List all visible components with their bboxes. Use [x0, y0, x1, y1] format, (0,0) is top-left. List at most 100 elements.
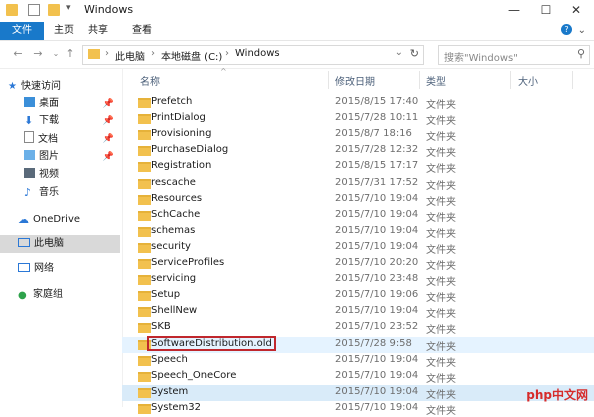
nav-item-videos[interactable]: 视频 [24, 167, 59, 183]
file-row[interactable]: SKB 2015/7/10 23:52 文件夹 [122, 320, 594, 336]
file-row[interactable]: ShellNew 2015/7/10 19:04 文件夹 [122, 304, 594, 320]
sort-indicator-icon: ^ [220, 67, 227, 76]
homegroup-icon: ● [18, 290, 27, 301]
computer-icon [18, 238, 30, 247]
file-row[interactable]: System32 2015/7/10 19:04 文件夹 [122, 401, 594, 417]
file-name: Resources [151, 193, 203, 204]
file-row[interactable]: Prefetch 2015/8/15 17:40 文件夹 [122, 95, 594, 111]
nav-homegroup[interactable]: ● 家庭组 [18, 287, 63, 303]
file-type: 文件夹 [426, 181, 456, 192]
picture-icon [24, 150, 35, 160]
column-divider[interactable] [572, 71, 573, 89]
file-row[interactable]: Registration 2015/8/15 17:17 文件夹 [122, 159, 594, 175]
file-row[interactable]: Setup 2015/7/10 19:06 文件夹 [122, 288, 594, 304]
folder-icon [138, 130, 151, 140]
file-row[interactable]: PrintDialog 2015/7/28 10:11 文件夹 [122, 111, 594, 127]
file-row[interactable]: ServiceProfiles 2015/7/10 20:20 文件夹 [122, 256, 594, 272]
file-date: 2015/7/28 9:58 [335, 338, 412, 349]
properties-icon[interactable] [28, 4, 40, 16]
close-button[interactable]: ✕ [558, 0, 594, 22]
nav-item-desktop[interactable]: 桌面 📌 [24, 96, 120, 112]
nav-network[interactable]: 网络 [18, 261, 54, 277]
quick-access-toolbar-dropdown-icon[interactable]: ▾ [66, 3, 78, 15]
file-row[interactable]: Speech_OneCore 2015/7/10 19:04 文件夹 [122, 369, 594, 385]
file-date: 2015/7/10 19:04 [335, 193, 419, 204]
file-date: 2015/7/10 19:06 [335, 289, 419, 300]
file-date: 2015/7/10 19:04 [335, 402, 419, 413]
nav-item-downloads[interactable]: ⬇ 下载 📌 [24, 113, 120, 129]
breadcrumb-this-pc[interactable]: 此电脑 [115, 48, 145, 63]
folder-icon [138, 372, 151, 382]
help-icon[interactable]: ? [561, 24, 572, 35]
file-row[interactable]: SoftwareDistribution.old 2015/7/28 9:58 文件… [122, 336, 594, 353]
file-type: 文件夹 [426, 261, 456, 272]
nav-this-pc[interactable]: 此电脑 [18, 236, 64, 252]
forward-button[interactable]: → [30, 47, 46, 61]
file-type: 文件夹 [426, 406, 456, 417]
file-row[interactable]: security 2015/7/10 19:04 文件夹 [122, 240, 594, 256]
new-folder-icon[interactable] [48, 4, 60, 16]
file-date: 2015/7/10 19:04 [335, 241, 419, 252]
folder-icon [138, 259, 151, 269]
tab-file[interactable]: 文件 [0, 22, 44, 40]
file-name: System32 [151, 402, 202, 413]
file-name: security [151, 241, 191, 252]
search-placeholder: 搜索"Windows" [444, 53, 518, 64]
expand-ribbon-icon[interactable]: ⌄ [578, 25, 586, 36]
column-header-type[interactable]: 类型 [426, 73, 446, 88]
file-row[interactable]: System 2015/7/10 19:04 文件夹 [122, 385, 594, 401]
file-row[interactable]: Resources 2015/7/10 19:04 文件夹 [122, 192, 594, 208]
file-date: 2015/7/10 23:52 [335, 321, 419, 332]
nav-item-pictures[interactable]: 图片 📌 [24, 149, 120, 165]
column-header-date[interactable]: 修改日期 [335, 73, 375, 88]
column-divider[interactable] [510, 71, 511, 89]
breadcrumb-local-disk[interactable]: 本地磁盘 (C:) [161, 48, 222, 63]
title-bar: ▾ Windows — ☐ ✕ [0, 0, 594, 22]
file-name: Provisioning [151, 128, 212, 139]
search-box[interactable]: 搜索"Windows" ⚲ [438, 45, 590, 65]
navigation-pane: ★ 快速访问 桌面 📌 ⬇ 下载 📌 文档 📌 图片 📌 视频 ♪ 音乐 ☁ OneDrive … [0, 69, 123, 407]
breadcrumb-windows[interactable]: Windows [235, 48, 280, 59]
column-divider[interactable] [328, 71, 329, 89]
folder-icon [138, 162, 151, 172]
search-icon[interactable]: ⚲ [577, 47, 585, 60]
address-bar[interactable]: › 此电脑 › 本地磁盘 (C:) › Windows ⌄ ↻ [82, 45, 424, 65]
folder-icon [138, 243, 151, 253]
file-row[interactable]: PurchaseDialog 2015/7/28 12:32 文件夹 [122, 143, 594, 159]
file-type: 文件夹 [426, 229, 456, 240]
file-row[interactable]: servicing 2015/7/10 23:48 文件夹 [122, 272, 594, 288]
file-type: 文件夹 [426, 390, 456, 401]
breadcrumb-separator: › [105, 48, 109, 59]
file-name: Registration [151, 160, 212, 171]
back-button[interactable]: ← [10, 47, 26, 61]
pin-icon: 📌 [102, 99, 114, 109]
music-icon: ♪ [24, 186, 32, 199]
column-divider[interactable] [419, 71, 420, 89]
nav-onedrive[interactable]: ☁ OneDrive [18, 212, 80, 228]
nav-quick-access[interactable]: ★ 快速访问 [8, 79, 61, 95]
file-row[interactable]: SchCache 2015/7/10 19:04 文件夹 [122, 208, 594, 224]
column-header-size[interactable]: 大小 [518, 73, 538, 88]
nav-item-documents[interactable]: 文档 📌 [24, 131, 120, 147]
folder-icon [138, 179, 151, 189]
file-row[interactable]: Speech 2015/7/10 19:04 文件夹 [122, 353, 594, 369]
nav-item-music[interactable]: ♪ 音乐 [24, 185, 59, 201]
file-row[interactable]: rescache 2015/7/31 17:52 文件夹 [122, 176, 594, 192]
column-header-name[interactable]: 名称 [140, 73, 160, 88]
file-row[interactable]: schemas 2015/7/10 19:04 文件夹 [122, 224, 594, 240]
tab-view[interactable]: 查看 [122, 22, 162, 40]
tab-share[interactable]: 共享 [78, 22, 118, 40]
address-dropdown-icon[interactable]: ⌄ [395, 47, 403, 58]
breadcrumb-separator: › [225, 48, 229, 59]
desktop-icon [24, 97, 35, 107]
column-headers: ^ 名称 修改日期 类型 大小 [122, 67, 594, 89]
file-row[interactable]: Provisioning 2015/8/7 18:16 文件夹 [122, 127, 594, 143]
pin-icon: 📌 [102, 134, 114, 144]
file-date: 2015/7/28 10:11 [335, 112, 419, 123]
refresh-icon[interactable]: ↻ [410, 47, 419, 60]
file-date: 2015/7/10 19:04 [335, 370, 419, 381]
file-name: Setup [151, 289, 181, 300]
watermark-text: php中文网 [526, 388, 588, 402]
folder-icon [138, 323, 151, 333]
up-button[interactable]: ↑ [62, 47, 78, 61]
